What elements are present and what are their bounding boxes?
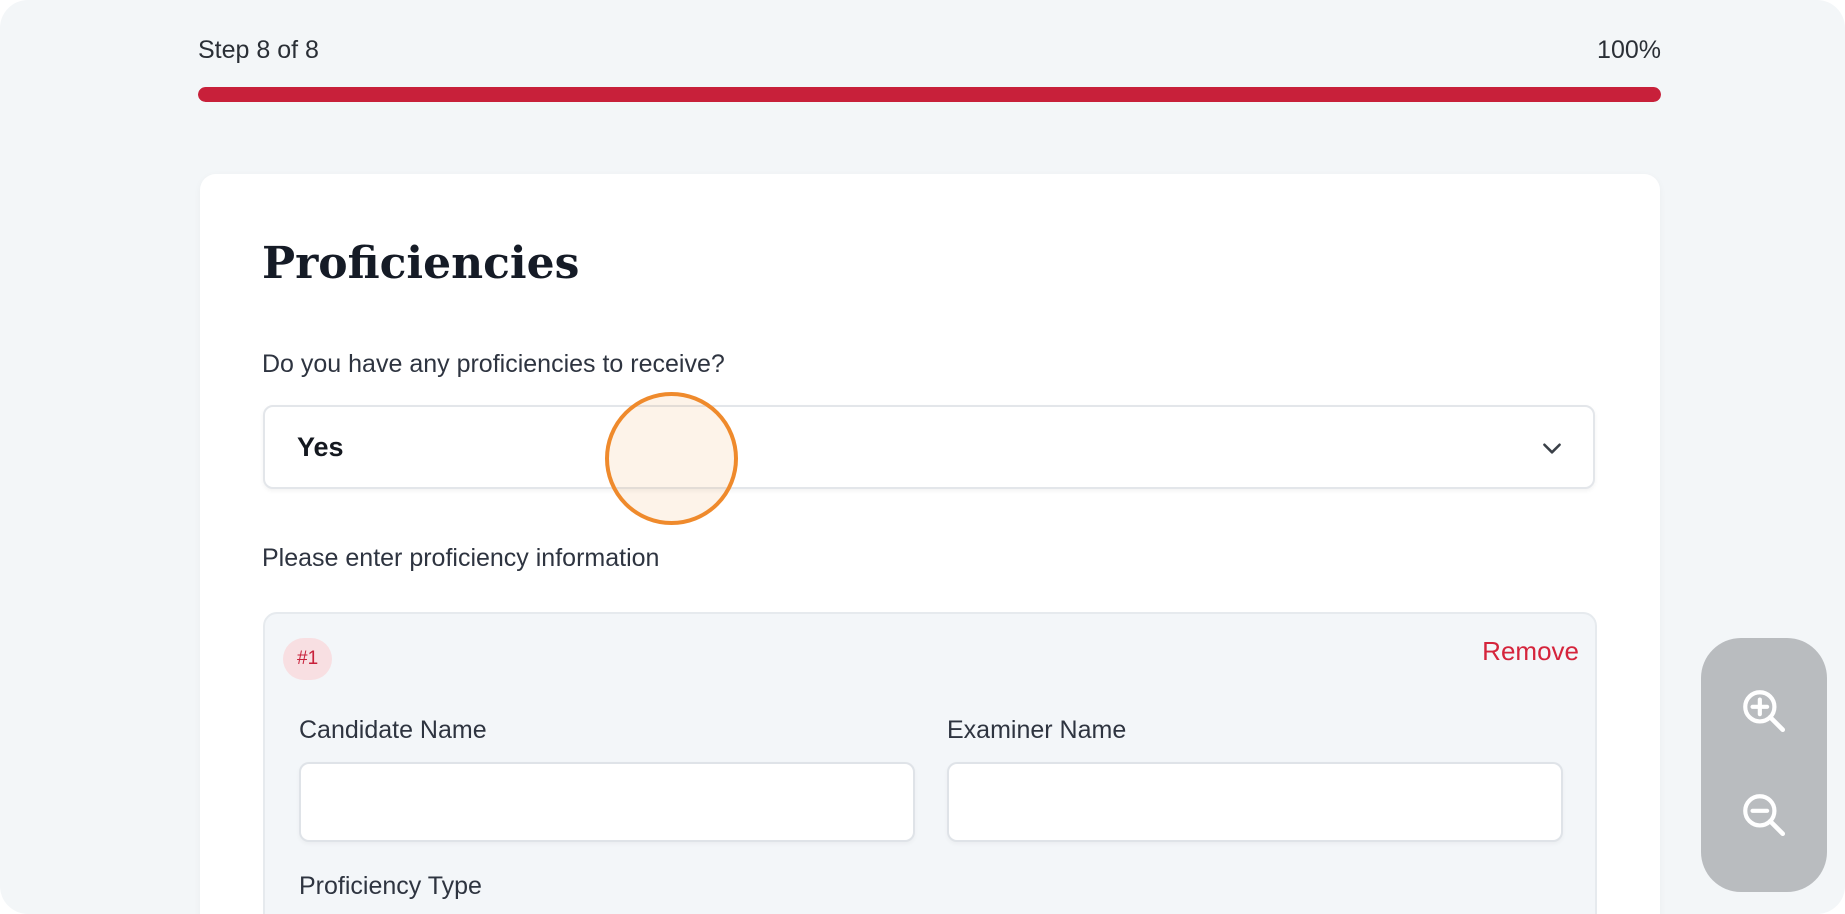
page-title: Proficiencies <box>262 238 580 289</box>
proficiencies-select[interactable]: Yes <box>263 405 1595 489</box>
entry-number-badge: #1 <box>283 638 333 680</box>
form-page: Step 8 of 8 100% Proficiencies Do you ha… <box>0 0 1845 914</box>
zoom-controls <box>1701 638 1827 892</box>
proficiency-entry: #1 Remove Candidate Name Examiner Name P… <box>263 612 1597 914</box>
candidate-name-label: Candidate Name <box>299 716 487 744</box>
select-value: Yes <box>297 432 344 462</box>
zoom-in-icon[interactable] <box>1739 686 1789 736</box>
examiner-name-label: Examiner Name <box>947 716 1127 744</box>
step-indicator: Step 8 of 8 <box>198 36 319 64</box>
examiner-name-input[interactable] <box>947 762 1563 842</box>
proficiencies-question: Do you have any proficiencies to receive… <box>262 350 725 378</box>
chevron-down-icon <box>1543 443 1561 454</box>
progress-bar <box>198 87 1661 102</box>
progress-percent: 100% <box>1597 36 1661 64</box>
proficiency-type-label: Proficiency Type <box>299 872 482 900</box>
zoom-out-icon[interactable] <box>1739 790 1789 840</box>
candidate-name-input[interactable] <box>299 762 915 842</box>
remove-entry-link[interactable]: Remove <box>1482 636 1579 667</box>
proficiency-helper-text: Please enter proficiency information <box>262 544 660 572</box>
progress-bar-fill <box>198 87 1661 102</box>
